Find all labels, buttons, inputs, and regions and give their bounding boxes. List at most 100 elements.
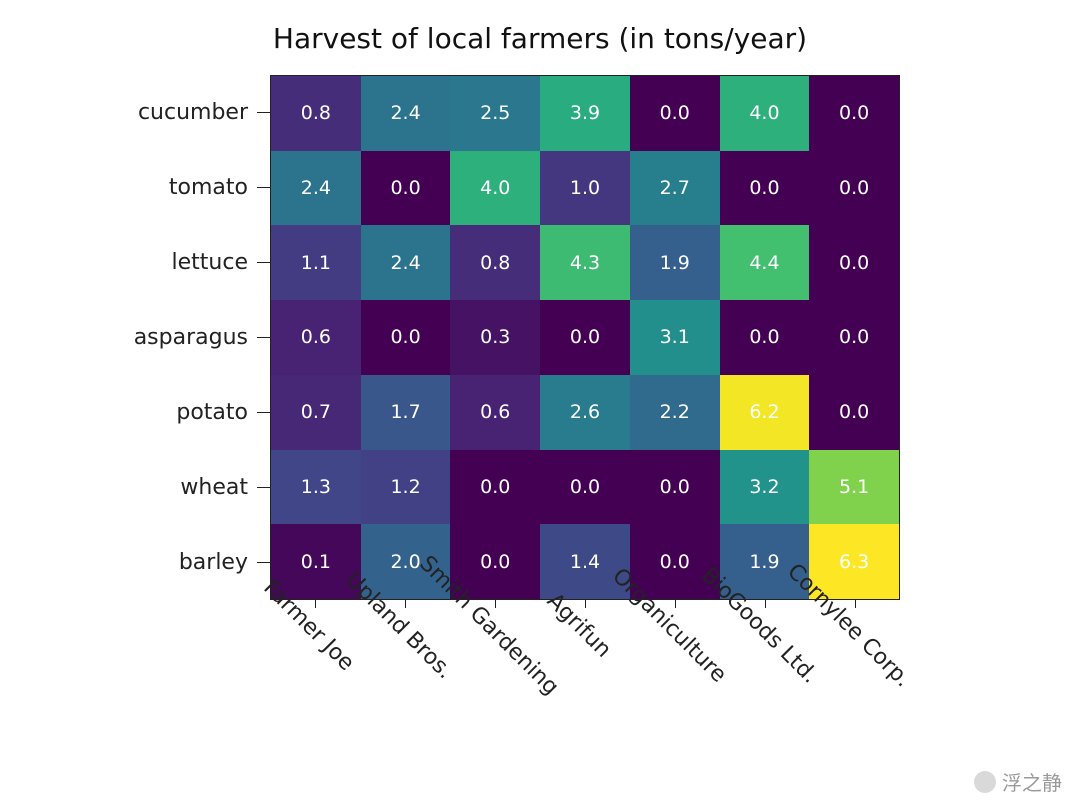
x-tick: Cornylee Corp.	[810, 602, 900, 792]
x-tick: Upland Bros.	[360, 602, 450, 792]
heatmap-cell: 3.9	[540, 76, 630, 151]
x-tick: Farmer Joe	[270, 602, 360, 792]
chart-title: Harvest of local farmers (in tons/year)	[0, 22, 1080, 55]
cell-value: 1.3	[301, 476, 331, 498]
heatmap-cell: 1.1	[271, 225, 361, 300]
heatmap-cell: 0.8	[271, 76, 361, 151]
cell-value: 0.0	[839, 326, 869, 348]
heatmap-cell: 4.0	[720, 76, 810, 151]
heatmap-cell: 0.0	[809, 225, 899, 300]
figure: Harvest of local farmers (in tons/year) …	[0, 0, 1080, 810]
y-tick-label: potato	[0, 375, 258, 450]
cell-value: 2.6	[570, 401, 600, 423]
heatmap-cell: 0.0	[720, 300, 810, 375]
y-tick-label: asparagus	[0, 300, 258, 375]
cell-value: 2.4	[390, 252, 420, 274]
heatmap-cell: 0.0	[361, 151, 451, 226]
x-tick-mark	[675, 600, 676, 608]
cell-value: 3.2	[749, 476, 779, 498]
heatmap-cell: 0.0	[630, 450, 720, 525]
cell-value: 0.8	[301, 102, 331, 124]
cell-value: 1.0	[570, 177, 600, 199]
cell-value: 0.0	[390, 177, 420, 199]
heatmap-cell: 0.6	[271, 300, 361, 375]
cell-value: 0.0	[749, 177, 779, 199]
heatmap-cell: 5.1	[809, 450, 899, 525]
heatmap-cell: 2.5	[450, 76, 540, 151]
cell-value: 0.8	[480, 252, 510, 274]
heatmap-cell: 2.4	[361, 76, 451, 151]
cell-value: 0.0	[390, 326, 420, 348]
cell-value: 0.0	[480, 476, 510, 498]
x-tick-mark	[315, 600, 316, 608]
cell-value: 6.2	[749, 401, 779, 423]
heatmap-cell: 0.7	[271, 375, 361, 450]
heatmap-cell: 4.4	[720, 225, 810, 300]
cell-value: 0.3	[480, 326, 510, 348]
cell-value: 0.6	[480, 401, 510, 423]
heatmap-cell: 0.0	[540, 450, 630, 525]
watermark-icon	[974, 771, 996, 793]
cell-value: 0.1	[301, 551, 331, 573]
cell-value: 2.2	[660, 401, 690, 423]
cell-value: 1.4	[570, 551, 600, 573]
cell-value: 1.1	[301, 252, 331, 274]
y-axis-ticks: cucumbertomatolettuceasparaguspotatowhea…	[0, 75, 258, 600]
cell-value: 4.0	[749, 102, 779, 124]
cell-value: 0.7	[301, 401, 331, 423]
cell-value: 0.6	[301, 326, 331, 348]
cell-value: 2.4	[301, 177, 331, 199]
cell-value: 0.0	[839, 102, 869, 124]
heatmap-cell: 2.4	[361, 225, 451, 300]
x-tick: BioGoods Ltd.	[720, 602, 810, 792]
cell-value: 6.3	[839, 551, 869, 573]
cell-value: 0.0	[749, 326, 779, 348]
heatmap-cell: 4.0	[450, 151, 540, 226]
heatmap-cell: 2.4	[271, 151, 361, 226]
watermark: 浮之静	[974, 767, 1062, 796]
cell-value: 0.0	[839, 252, 869, 274]
heatmap-cell: 0.0	[809, 300, 899, 375]
heatmap-cell: 0.8	[450, 225, 540, 300]
heatmap-cell: 3.1	[630, 300, 720, 375]
cell-value: 4.3	[570, 252, 600, 274]
y-tick-label: barley	[0, 525, 258, 600]
heatmap-cell: 2.7	[630, 151, 720, 226]
heatmap-cell: 1.7	[361, 375, 451, 450]
cell-value: 1.7	[390, 401, 420, 423]
x-tick-mark	[765, 600, 766, 608]
heatmap-cell: 0.0	[540, 300, 630, 375]
x-axis-ticks: Farmer JoeUpland Bros.Smith GardeningAgr…	[270, 602, 900, 792]
x-tick-mark	[855, 600, 856, 608]
cell-value: 0.0	[480, 551, 510, 573]
heatmap-cell: 0.3	[450, 300, 540, 375]
heatmap-cell: 2.2	[630, 375, 720, 450]
x-tick: Smith Gardening	[450, 602, 540, 792]
heatmap-cell: 4.3	[540, 225, 630, 300]
heatmap-cell: 0.0	[361, 300, 451, 375]
heatmap-plot-area: 0.8 2.4 2.5 3.9 0.0 4.0 0.0 2.4 0.0 4.0 1.0 2.7 0.0 0…	[270, 75, 900, 600]
cell-value: 0.0	[660, 551, 690, 573]
cell-value: 0.0	[570, 476, 600, 498]
heatmap-cell: 0.0	[809, 151, 899, 226]
heatmap-cell: 1.9	[630, 225, 720, 300]
cell-value: 0.0	[660, 102, 690, 124]
heatmap-cell: 0.0	[809, 375, 899, 450]
cell-value: 2.7	[660, 177, 690, 199]
heatmap-cell: 3.2	[720, 450, 810, 525]
cell-value: 0.0	[839, 401, 869, 423]
y-tick-label: cucumber	[0, 75, 258, 150]
cell-value: 1.2	[390, 476, 420, 498]
heatmap-cell: 0.0	[630, 76, 720, 151]
cell-value: 0.0	[660, 476, 690, 498]
watermark-text: 浮之静	[1002, 767, 1062, 796]
heatmap-cell: 1.3	[271, 450, 361, 525]
cell-value: 2.5	[480, 102, 510, 124]
cell-value: 3.1	[660, 326, 690, 348]
cell-value: 4.4	[749, 252, 779, 274]
y-tick-label: wheat	[0, 450, 258, 525]
x-tick-mark	[495, 600, 496, 608]
x-tick: Agrifun	[540, 602, 630, 792]
heatmap-cell: 0.0	[720, 151, 810, 226]
cell-value: 4.0	[480, 177, 510, 199]
